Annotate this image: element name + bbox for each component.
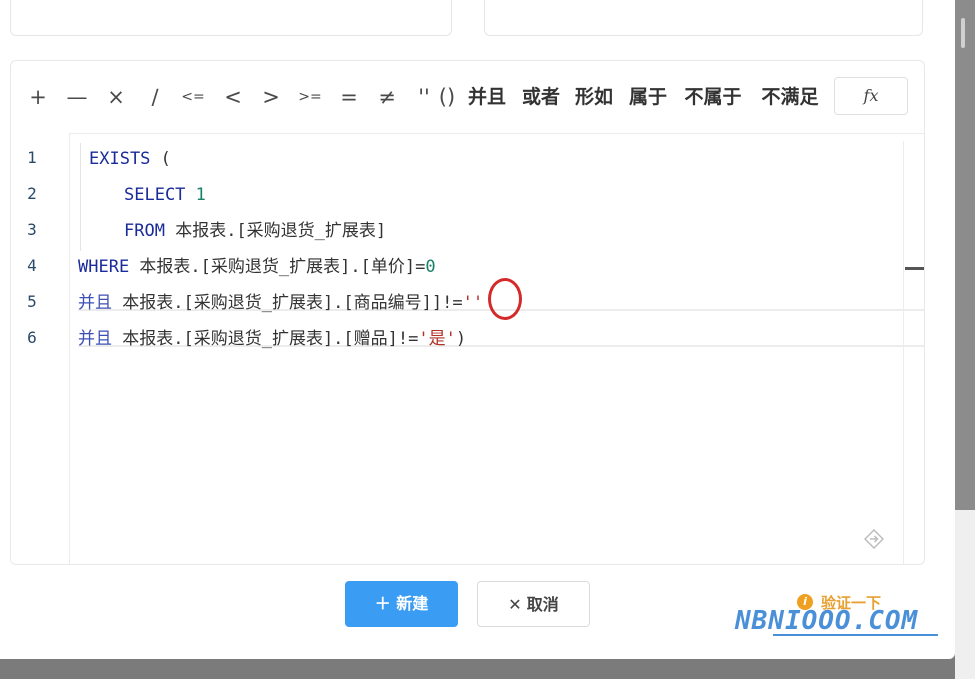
function-button[interactable]: fx — [834, 77, 908, 115]
close-icon: ✕ — [508, 595, 527, 614]
code-line-4: WHERE 本报表.[采购退货_扩展表].[单价]=0 — [78, 249, 436, 285]
top-card-left-label: 套件 — [105, 0, 137, 1]
indent-guide — [80, 143, 81, 251]
greater-equal-operator-button[interactable]: >= — [296, 83, 324, 111]
code-line-5: 并且 本报表.[采购退货_扩展表].[商品编号]]!='' — [78, 285, 483, 321]
not-equal-operator-button[interactable]: ≠ — [375, 83, 399, 111]
line-number: 5 — [27, 292, 37, 311]
quote-operator-button[interactable]: '' — [413, 83, 435, 111]
operator-toolbar: + — × ∕ <= < > >= = ≠ '' () 并且 或者 形如 属于 … — [11, 61, 924, 134]
not-satisfy-operator-button[interactable]: 不满足 — [756, 83, 824, 111]
code-text: ( — [150, 149, 171, 169]
top-card-left[interactable]: 套件 — [10, 0, 452, 36]
backdrop-light — [955, 510, 975, 679]
top-card-right[interactable]: 优惠 — [484, 0, 923, 36]
backdrop — [955, 0, 975, 510]
keyword: EXISTS — [89, 149, 151, 169]
line-number: 1 — [27, 148, 37, 167]
line-number: 2 — [27, 184, 37, 203]
cancel-button-label: 取消 — [526, 595, 559, 614]
new-button-label: 新建 — [396, 594, 429, 613]
line-number: 6 — [27, 328, 37, 347]
code-text: 本报表.[采购退货_扩展表].[赠品]!= — [112, 329, 419, 349]
not-in-operator-button[interactable]: 不属于 — [680, 83, 746, 111]
keyword: 并且 — [78, 293, 112, 313]
string-literal: '' — [462, 293, 484, 313]
keyword: WHERE — [78, 257, 130, 277]
plus-operator-button[interactable]: + — [26, 83, 50, 111]
code-line-3: FROM 本报表.[采购退货_扩展表] — [124, 213, 386, 249]
string-literal: '是' — [418, 329, 456, 349]
and-operator-button[interactable]: 并且 — [465, 83, 509, 111]
keyword: 并且 — [78, 329, 112, 349]
minimap-cursor-mark — [905, 267, 924, 270]
formula-editor-panel: + — × ∕ <= < > >= = ≠ '' () 并且 或者 形如 属于 … — [10, 60, 925, 565]
code-text: 本报表.[采购退货_扩展表].[单价]= — [129, 257, 426, 277]
line-number: 3 — [27, 220, 37, 239]
in-operator-button[interactable]: 属于 — [626, 83, 670, 111]
code-text: ) — [455, 329, 467, 349]
number-literal: 1 — [195, 185, 206, 205]
minimap-border — [903, 141, 904, 564]
scrollbar-thumb[interactable] — [961, 18, 965, 48]
multiply-operator-button[interactable]: × — [104, 83, 128, 111]
minus-operator-button[interactable]: — — [64, 83, 90, 111]
annotation-circle — [488, 278, 522, 320]
less-equal-operator-button[interactable]: <= — [179, 83, 207, 111]
code-editor[interactable]: EXISTS ( SELECT 1 FROM 本报表.[采购退货_扩展表] WH… — [70, 133, 924, 564]
code-line-6: 并且 本报表.[采购退货_扩展表].[赠品]!='是') — [78, 321, 466, 357]
divide-operator-button[interactable]: ∕ — [143, 83, 167, 111]
watermark-underline — [773, 634, 938, 636]
watermark-logo: NBNIOOO.COM — [735, 606, 919, 636]
less-than-operator-button[interactable]: < — [221, 83, 245, 111]
code-line-2: SELECT 1 — [124, 177, 206, 213]
code-text: 本报表.[采购退货_扩展表] — [164, 221, 387, 241]
cancel-button[interactable]: ✕ 取消 — [477, 581, 590, 627]
keyword: SELECT — [124, 185, 186, 205]
equal-operator-button[interactable]: = — [337, 83, 361, 111]
new-button[interactable]: ＋ 新建 — [345, 581, 458, 627]
dialog: 套件 优惠 + — × ∕ <= < > >= = ≠ '' () 并且 或者 … — [0, 0, 955, 659]
line-number-gutter: 1 2 3 4 5 6 — [11, 133, 70, 564]
parentheses-operator-button[interactable]: () — [435, 83, 459, 111]
code-text: 本报表.[采购退货_扩展表].[商品编号]]!= — [112, 293, 463, 313]
watermark: i 验证一下 NBNIOOO.COM — [735, 592, 945, 642]
like-operator-button[interactable]: 形如 — [572, 83, 616, 111]
code-line-1: EXISTS ( — [89, 141, 171, 177]
top-card-right-label: 优惠 — [555, 0, 587, 1]
or-operator-button[interactable]: 或者 — [519, 83, 563, 111]
greater-than-operator-button[interactable]: > — [259, 83, 283, 111]
line-number: 4 — [27, 256, 37, 275]
plus-icon: ＋ — [374, 594, 397, 613]
number-literal: 0 — [425, 257, 436, 277]
format-icon[interactable] — [863, 528, 885, 550]
keyword: FROM — [124, 221, 165, 241]
